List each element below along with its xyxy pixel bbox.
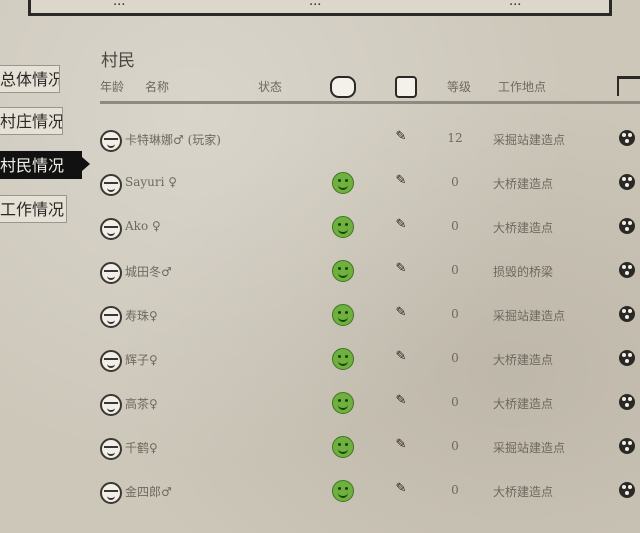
villager-row[interactable]: 高茶♀ ✎ 0 大桥建造点: [0, 390, 640, 434]
job-type-icon: ✎: [395, 261, 407, 276]
villager-row[interactable]: 卡特琳娜♂ (玩家) ✎ 12 采掘站建造点: [0, 126, 640, 170]
villager-level: 0: [451, 395, 459, 409]
villager-avatar-icon: [100, 130, 122, 152]
villager-level: 0: [451, 351, 459, 365]
job-type-icon: ✎: [395, 173, 407, 188]
details-icon[interactable]: [619, 306, 635, 322]
villager-level: 0: [451, 307, 459, 321]
job-type-icon: ✎: [395, 217, 407, 232]
header-level[interactable]: 等级: [447, 78, 471, 95]
details-icon[interactable]: [619, 482, 635, 498]
mood-happy-icon: [332, 348, 354, 370]
job-type-icon: ✎: [395, 305, 407, 320]
villager-level: 0: [451, 483, 459, 497]
villager-level: 0: [451, 175, 459, 189]
job-icon[interactable]: [395, 76, 417, 98]
villager-name: 高茶♀: [125, 397, 158, 411]
villager-level: 12: [447, 131, 463, 145]
side-tab-overall[interactable]: 总体情况: [0, 65, 60, 93]
details-icon[interactable]: [619, 438, 635, 454]
villager-avatar-icon: [100, 482, 122, 504]
details-icon[interactable]: [619, 218, 635, 234]
villager-workplace: 采掘站建造点: [493, 441, 566, 455]
job-type-icon: ✎: [395, 437, 407, 452]
villager-level: 0: [451, 439, 459, 453]
villager-avatar-icon: [100, 306, 122, 328]
villager-name: 金四郎♂: [125, 485, 172, 499]
villager-row[interactable]: Ako ♀ ✎ 0 大桥建造点: [0, 214, 640, 258]
villager-avatar-icon: [100, 394, 122, 416]
top-banner: ... ... ...: [28, 0, 612, 16]
villager-level: 0: [451, 219, 459, 233]
mood-happy-icon: [332, 304, 354, 326]
header-age[interactable]: 年龄: [100, 78, 124, 95]
header-divider: [100, 101, 640, 104]
mood-happy-icon: [332, 260, 354, 282]
header-status[interactable]: 状态: [258, 78, 282, 95]
details-icon[interactable]: [619, 262, 635, 278]
villager-workplace: 大桥建造点: [493, 397, 554, 411]
mood-happy-icon: [332, 436, 354, 458]
villager-avatar-icon: [100, 218, 122, 240]
villager-avatar-icon: [100, 438, 122, 460]
details-icon[interactable]: [619, 350, 635, 366]
mood-sort-icon[interactable]: [330, 76, 356, 98]
villager-workplace: 大桥建造点: [493, 221, 554, 235]
villager-name: Sayuri ♀: [125, 175, 178, 189]
villager-workplace: 采掘站建造点: [493, 133, 566, 147]
job-type-icon: ✎: [395, 129, 407, 144]
villager-name: Ako ♀: [125, 219, 161, 233]
villager-workplace: 大桥建造点: [493, 177, 554, 191]
villager-name: 千鹤♀: [125, 441, 158, 455]
section-title: 村民: [101, 51, 135, 71]
villager-row[interactable]: 金四郎♂ ✎ 0 大桥建造点: [0, 478, 640, 522]
villager-name: 辉子♀: [125, 353, 158, 367]
job-type-icon: ✎: [395, 393, 407, 408]
header-name[interactable]: 名称: [145, 78, 169, 95]
villager-row[interactable]: 寿珠♀ ✎ 0 采掘站建造点: [0, 302, 640, 346]
villager-workplace: 大桥建造点: [493, 353, 554, 367]
villager-row[interactable]: Sayuri ♀ ✎ 0 大桥建造点: [0, 170, 640, 214]
villager-row[interactable]: 千鹤♀ ✎ 0 采掘站建造点: [0, 434, 640, 478]
top-tab-1[interactable]: ...: [113, 0, 125, 9]
villager-workplace: 损毁的桥梁: [493, 265, 554, 279]
villager-workplace: 采掘站建造点: [493, 309, 566, 323]
villager-avatar-icon: [100, 262, 122, 284]
villager-name: 城田冬♂: [125, 265, 172, 279]
details-icon[interactable]: [619, 130, 635, 146]
villager-avatar-icon: [100, 350, 122, 372]
villager-level: 0: [451, 263, 459, 277]
top-tab-3[interactable]: ...: [509, 0, 521, 9]
mood-happy-icon: [332, 480, 354, 502]
mood-happy-icon: [332, 392, 354, 414]
house-icon[interactable]: [617, 76, 640, 96]
villager-row[interactable]: 辉子♀ ✎ 0 大桥建造点: [0, 346, 640, 390]
details-icon[interactable]: [619, 174, 635, 190]
mood-happy-icon: [332, 216, 354, 238]
details-icon[interactable]: [619, 394, 635, 410]
villager-name: 寿珠♀: [125, 309, 158, 323]
villager-row[interactable]: 城田冬♂ ✎ 0 损毁的桥梁: [0, 258, 640, 302]
header-workplace[interactable]: 工作地点: [498, 78, 546, 95]
mood-happy-icon: [332, 172, 354, 194]
villager-avatar-icon: [100, 174, 122, 196]
villager-name: 卡特琳娜♂ (玩家): [125, 133, 221, 147]
villager-workplace: 大桥建造点: [493, 485, 554, 499]
job-type-icon: ✎: [395, 481, 407, 496]
top-tab-2[interactable]: ...: [309, 0, 321, 9]
job-type-icon: ✎: [395, 349, 407, 364]
